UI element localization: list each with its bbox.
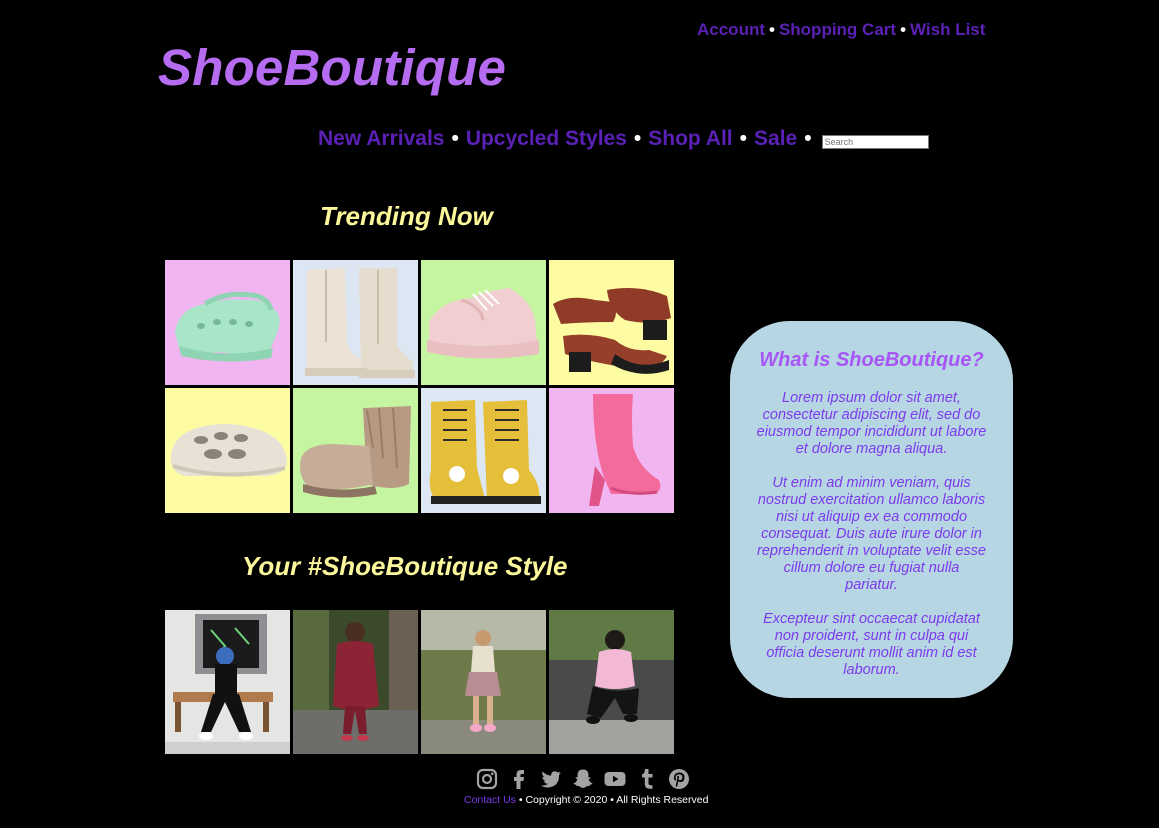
product-tile-mint-clog[interactable]	[165, 260, 290, 385]
account-link[interactable]: Account	[697, 20, 765, 39]
separator: •	[633, 127, 642, 150]
account-links: Account • Shopping Cart • Wish List	[697, 20, 985, 40]
main-nav: New Arrivals • Upcycled Styles • Shop All • Sa…	[318, 127, 929, 151]
separator: •	[769, 20, 775, 39]
wish-list-link[interactable]: Wish List	[910, 20, 985, 39]
style-gallery	[165, 610, 674, 754]
product-tile-foam-runner[interactable]	[165, 388, 290, 513]
style-photo-2-image	[293, 610, 418, 754]
trending-grid	[165, 260, 674, 513]
style-title: Your #ShoeBoutique Style	[242, 551, 568, 581]
mint-clog-image	[165, 260, 290, 385]
style-photo-3-image	[421, 610, 546, 754]
contact-us-link[interactable]: Contact Us	[464, 794, 516, 806]
social-links	[474, 766, 692, 792]
style-photo-4-image	[549, 610, 674, 754]
product-tile-pink-sneaker[interactable]	[421, 260, 546, 385]
about-title: What is ShoeBoutique?	[759, 349, 984, 371]
about-panel: What is ShoeBoutique? Lorem ipsum dolor …	[730, 321, 1013, 698]
fur-boot-image	[293, 388, 418, 513]
search-input[interactable]	[821, 135, 929, 149]
cream-boot-image	[293, 260, 418, 385]
pink-toe-boot-image	[549, 388, 674, 513]
copyright-text: • Copyright © 2020 • All Rights Reserved	[515, 794, 709, 806]
about-paragraph: Ut enim ad minim veniam, quis nostrud ex…	[757, 475, 986, 593]
foam-runner-image	[165, 388, 290, 513]
style-photo-4[interactable]	[549, 610, 674, 754]
snapchat-icon[interactable]	[570, 766, 596, 792]
about-paragraph: Lorem ipsum dolor sit amet, consectetur …	[756, 390, 987, 457]
instagram-icon[interactable]	[474, 766, 500, 792]
product-tile-fur-boot[interactable]	[293, 388, 418, 513]
pinterest-icon[interactable]	[666, 766, 692, 792]
style-photo-1[interactable]	[165, 610, 290, 754]
youtube-icon[interactable]	[602, 766, 628, 792]
yellow-boot-image	[421, 388, 546, 513]
separator: •	[739, 127, 748, 150]
separator: •	[451, 127, 459, 150]
product-tile-pink-toe-boot[interactable]	[549, 388, 674, 513]
site-logo[interactable]: ShoeBoutique	[158, 38, 506, 98]
nav-sale[interactable]: Sale	[754, 127, 797, 151]
product-tile-brown-mary-jane[interactable]	[549, 260, 674, 385]
facebook-icon[interactable]	[506, 766, 532, 792]
style-photo-3[interactable]	[421, 610, 546, 754]
separator: •	[900, 20, 907, 39]
product-tile-cream-boot[interactable]	[293, 260, 418, 385]
trending-title: Trending Now	[320, 201, 493, 231]
separator: •	[804, 127, 812, 150]
style-photo-1-image	[165, 610, 290, 754]
product-tile-yellow-boot[interactable]	[421, 388, 546, 513]
tumblr-icon[interactable]	[634, 766, 660, 792]
page: Account • Shopping Cart • Wish List ShoeBout…	[0, 0, 1159, 828]
footer: Contact Us • Copyright © 2020 • All Righ…	[464, 794, 708, 806]
twitter-icon[interactable]	[538, 766, 564, 792]
nav-upcycled-styles[interactable]: Upcycled Styles	[466, 127, 627, 151]
pink-sneaker-image	[421, 260, 546, 385]
about-paragraph: Excepteur sint occaecat cupidatat non pr…	[763, 611, 980, 678]
nav-shop-all[interactable]: Shop All	[648, 127, 732, 151]
brown-mary-jane-image	[549, 260, 674, 385]
style-photo-2[interactable]	[293, 610, 418, 754]
shopping-cart-link[interactable]: Shopping Cart	[779, 20, 896, 39]
nav-new-arrivals[interactable]: New Arrivals	[318, 127, 444, 151]
